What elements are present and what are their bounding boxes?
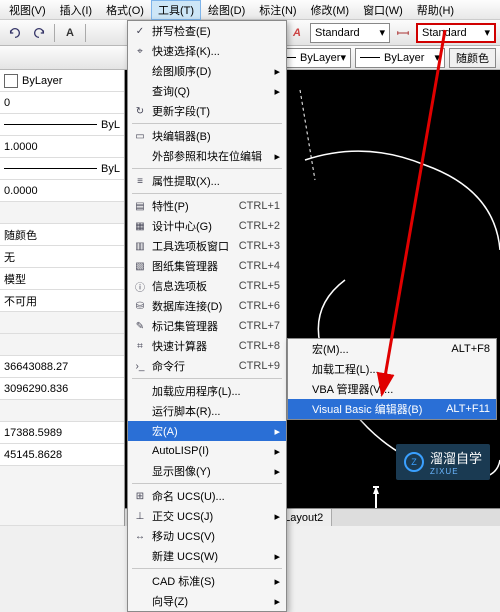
macro-submenu: 宏(M)...ALT+F8 加载工程(L)... VBA 管理器(V)... V… [287, 338, 497, 420]
color-button[interactable]: 随颜色 [449, 48, 496, 68]
mi-moveUCS[interactable]: ↔移动 UCS(V) [128, 526, 286, 546]
dimstyle-icon[interactable] [392, 22, 414, 44]
mi-cadstandards[interactable]: CAD 标准(S)▸ [128, 571, 286, 591]
prop-sep2b [0, 334, 124, 356]
mi-loadapp[interactable]: 加载应用程序(L)... [128, 381, 286, 401]
mi-infomgr[interactable]: ⓘ信息选项板CTRL+5 [128, 276, 286, 296]
menubar: 视图(V) 插入(I) 格式(O) 工具(T) 绘图(D) 标注(N) 修改(M… [0, 0, 500, 20]
prop-w[interactable]: 17388.5989 [0, 422, 124, 444]
block-icon: ▭ [132, 128, 148, 144]
smi-vbe[interactable]: Visual Basic 编辑器(B)ALT+F11 [288, 399, 496, 419]
mi-commandline[interactable]: ›_命令行CTRL+9 [128, 356, 286, 376]
prop-linetype[interactable]: ByL [0, 114, 124, 136]
menu-insert[interactable]: 插入(I) [53, 0, 99, 20]
watermark-logo-icon: Z [404, 452, 424, 472]
menu-tools[interactable]: 工具(T) [151, 0, 201, 20]
mi-designcenter[interactable]: ▦设计中心(G)CTRL+2 [128, 216, 286, 236]
mi-markup[interactable]: ✎标记集管理器CTRL+7 [128, 316, 286, 336]
smi-loadproj[interactable]: 加载工程(L)... [288, 359, 496, 379]
menu-help[interactable]: 帮助(H) [410, 0, 461, 20]
mi-displayimage[interactable]: 显示图像(Y)▸ [128, 461, 286, 481]
smi-macro[interactable]: 宏(M)...ALT+F8 [288, 339, 496, 359]
redo-icon[interactable] [28, 22, 50, 44]
spellcheck-icon: ✓ [132, 23, 148, 39]
mi-orthoUCS[interactable]: ⊥正交 UCS(J)▸ [128, 506, 286, 526]
mi-inquiry[interactable]: 查询(Q)▸ [128, 81, 286, 101]
mi-macro[interactable]: 宏(A)▸ [128, 421, 286, 441]
mi-xref[interactable]: 外部参照和块在位编辑▸ [128, 146, 286, 166]
undo-icon[interactable] [4, 22, 26, 44]
watermark: Z 溜溜自学 ZIXUE [396, 444, 490, 480]
properties-panel: ByLayer 0 ByL 1.0000 ByL 0.0000 随颜色 无 模型… [0, 70, 125, 526]
prop-thickness[interactable]: 0.0000 [0, 180, 124, 202]
prop-model[interactable]: 模型 [0, 268, 124, 290]
mi-quickcalc[interactable]: ⌗快速计算器CTRL+8 [128, 336, 286, 356]
menu-window[interactable]: 窗口(W) [356, 0, 410, 20]
menu-annotate[interactable]: 标注(N) [252, 0, 303, 20]
menu-format[interactable]: 格式(O) [99, 0, 151, 20]
prop-none[interactable]: 无 [0, 246, 124, 268]
prop-y[interactable]: 3096290.836 [0, 378, 124, 400]
prop-na[interactable]: 不可用 [0, 290, 124, 312]
mi-blockeditor[interactable]: ▭块编辑器(B) [128, 126, 286, 146]
quickselect-icon: ⌖ [132, 43, 148, 59]
prop-lineweight[interactable]: ByL [0, 158, 124, 180]
mi-toolpalettes[interactable]: ▥工具选项板窗口CTRL+3 [128, 236, 286, 256]
db-icon: ⛁ [132, 298, 148, 314]
palette-icon: ▥ [132, 238, 148, 254]
moveucs-icon: ↔ [132, 528, 148, 544]
extract-icon: ≡ [132, 173, 148, 189]
ortho-icon: ⊥ [132, 508, 148, 524]
mi-dataextract[interactable]: ≡属性提取(X)... [128, 171, 286, 191]
mi-autolisp[interactable]: AutoLISP(I)▸ [128, 441, 286, 461]
mi-draworder[interactable]: 绘图顺序(D)▸ [128, 61, 286, 81]
prop-plotstyle[interactable]: 随颜色 [0, 224, 124, 246]
smi-vbamgr[interactable]: VBA 管理器(V)... [288, 379, 496, 399]
ucs-icon: ⊞ [132, 488, 148, 504]
mi-sheetset[interactable]: ▧图纸集管理器CTRL+4 [128, 256, 286, 276]
mi-spellcheck[interactable]: ✓拼写检查(E) [128, 21, 286, 41]
mi-updatefields[interactable]: ↻更新字段(T) [128, 101, 286, 121]
prop-sep1 [0, 202, 124, 224]
menu-view[interactable]: 视图(V) [2, 0, 53, 20]
prop-layer[interactable]: 0 [0, 92, 124, 114]
mi-dbconnect[interactable]: ⛁数据库连接(D)CTRL+6 [128, 296, 286, 316]
tools-dropdown: ✓拼写检查(E) ⌖快速选择(K)... 绘图顺序(D)▸ 查询(Q)▸ ↻更新… [127, 20, 287, 612]
update-icon: ↻ [132, 103, 148, 119]
text-icon[interactable]: A [59, 22, 81, 44]
mi-quickselect[interactable]: ⌖快速选择(K)... [128, 41, 286, 61]
mi-script[interactable]: 运行脚本(R)... [128, 401, 286, 421]
sheetset-icon: ▧ [132, 258, 148, 274]
mi-wizards[interactable]: 向导(Z)▸ [128, 591, 286, 611]
menu-modify[interactable]: 修改(M) [304, 0, 357, 20]
lineweight-combo[interactable]: ByLayer▾ [355, 48, 445, 68]
prop-sep4 [0, 466, 124, 526]
menu-draw[interactable]: 绘图(D) [201, 0, 252, 20]
calc-icon: ⌗ [132, 338, 148, 354]
mi-namedUCS[interactable]: ⊞命名 UCS(U)... [128, 486, 286, 506]
prop-ltscale[interactable]: 1.0000 [0, 136, 124, 158]
mi-properties[interactable]: ▤特性(P)CTRL+1 [128, 196, 286, 216]
properties-icon: ▤ [132, 198, 148, 214]
style-a-icon[interactable]: A [286, 22, 308, 44]
prop-h[interactable]: 45145.8628 [0, 444, 124, 466]
mi-newUCS[interactable]: 新建 UCS(W)▸ [128, 546, 286, 566]
markup-icon: ✎ [132, 318, 148, 334]
designcenter-icon: ▦ [132, 218, 148, 234]
info-icon: ⓘ [132, 278, 148, 294]
prop-x[interactable]: 36643088.27 [0, 356, 124, 378]
dimstyle-combo[interactable]: Standard▾ [416, 23, 496, 43]
cmd-icon: ›_ [132, 358, 148, 374]
prop-color[interactable]: ByLayer [0, 70, 124, 92]
prop-sep2 [0, 312, 124, 334]
prop-sep3 [0, 400, 124, 422]
textstyle-combo[interactable]: Standard▾ [310, 23, 390, 43]
